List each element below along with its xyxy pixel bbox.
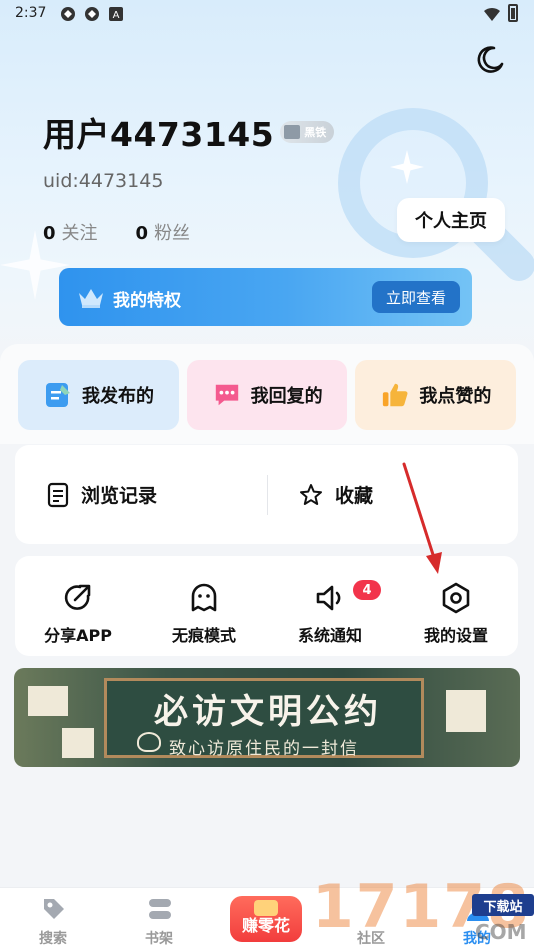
my-posts-label: 我发布的 (82, 386, 154, 407)
privilege-label: 我的特权 (113, 291, 181, 311)
banner-subtitle: 致心访原住民的一封信 (169, 739, 359, 759)
edit-post-icon (46, 383, 70, 407)
nav-search[interactable]: 搜索 (0, 888, 106, 950)
battery-icon (508, 4, 518, 22)
ghost-icon (191, 583, 217, 612)
speaker-icon (316, 585, 341, 611)
favorites-button[interactable]: 收藏 (299, 445, 373, 544)
share-app-label: 分享APP (44, 626, 112, 645)
privilege-banner[interactable]: 我的特权 立即查看 (59, 268, 472, 326)
favorites-label: 收藏 (335, 485, 374, 507)
watermark-tag: 下载站 (472, 894, 534, 916)
follow-stats: 0 关注 0 粉丝 (43, 219, 228, 245)
banner-title: 必访文明公约 (154, 692, 382, 732)
chat-bubble-icon (215, 384, 238, 406)
profile-page: 2:37 A 用户4473145 黑铁 uid:4473145 0 关注 0 粉… (0, 0, 534, 950)
app-notification-icon (61, 7, 75, 21)
app-notification-icon (85, 7, 99, 21)
annotation-arrow (402, 462, 442, 574)
my-replies-label: 我回复的 (250, 386, 323, 407)
bookshelf-icon (149, 899, 171, 919)
personal-homepage-button[interactable]: 个人主页 (397, 198, 505, 242)
status-time: 2:37 (15, 5, 47, 21)
following-count: 0 (43, 223, 56, 244)
my-likes-label: 我点赞的 (419, 386, 492, 407)
username: 用户4473145 (43, 115, 275, 154)
night-mode-moon-icon[interactable] (474, 44, 506, 76)
document-list-icon (47, 482, 69, 507)
crown-icon (79, 289, 103, 308)
watermark-suffix: COM (475, 920, 527, 944)
my-replies-button[interactable]: 我回复的 (186, 360, 348, 430)
incognito-mode-label: 无痕模式 (171, 626, 236, 645)
search-tag-icon (44, 899, 64, 919)
following-label: 关注 (61, 223, 98, 244)
browse-history-label: 浏览记录 (81, 485, 158, 507)
following-stat[interactable]: 0 关注 (43, 219, 98, 245)
browse-history-button[interactable]: 浏览记录 (47, 445, 157, 544)
my-settings-label: 我的设置 (423, 626, 488, 645)
wifi-icon (484, 7, 500, 21)
system-notifications-label: 系统通知 (297, 626, 362, 645)
followers-stat[interactable]: 0 粉丝 (136, 219, 191, 245)
civility-pact-banner[interactable]: 必访文明公约 致心访原住民的一封信 (14, 668, 520, 767)
my-posts-button[interactable]: 我发布的 (18, 360, 179, 430)
star-icon (300, 483, 322, 505)
nav-search-label: 搜索 (39, 931, 67, 947)
quick-actions: 我发布的 我回复的 我点赞的 (18, 360, 517, 430)
followers-count: 0 (135, 223, 149, 244)
incognito-mode-button[interactable]: 无痕模式 (141, 556, 267, 656)
heart-doodle-icon (137, 732, 161, 752)
view-now-button[interactable]: 立即查看 (372, 281, 460, 313)
divider (267, 475, 268, 515)
svg-text:A: A (113, 10, 120, 21)
site-watermark: 17178 下载站 COM (312, 868, 534, 950)
paper-note-graphic (62, 728, 94, 758)
level-badge: 黑铁 (280, 121, 335, 143)
paper-note-graphic (446, 690, 486, 732)
level-chip-icon (284, 125, 301, 139)
username-row: 用户4473145 黑铁 (43, 108, 335, 156)
status-bar: 2:37 A (0, 0, 534, 28)
system-notifications-button[interactable]: 系统通知 (267, 556, 393, 656)
share-app-button[interactable]: 分享APP (15, 556, 141, 656)
a-notification-icon: A (109, 7, 123, 21)
notification-count-badge: 4 (353, 580, 381, 600)
nav-bookshelf[interactable]: 书架 (106, 888, 212, 950)
settings-icon (442, 582, 470, 614)
thumbs-up-icon (383, 383, 408, 407)
gift-icon (254, 900, 278, 916)
followers-label: 粉丝 (154, 223, 191, 244)
paper-note-graphic (28, 686, 68, 716)
level-badge-label: 黑铁 (304, 126, 327, 139)
share-icon (64, 584, 91, 610)
nav-bookshelf-label: 书架 (145, 931, 173, 947)
nav-earn-money[interactable]: 赚零花 (230, 896, 302, 942)
my-likes-button[interactable]: 我点赞的 (355, 360, 517, 430)
user-id: uid:4473145 (43, 170, 164, 192)
